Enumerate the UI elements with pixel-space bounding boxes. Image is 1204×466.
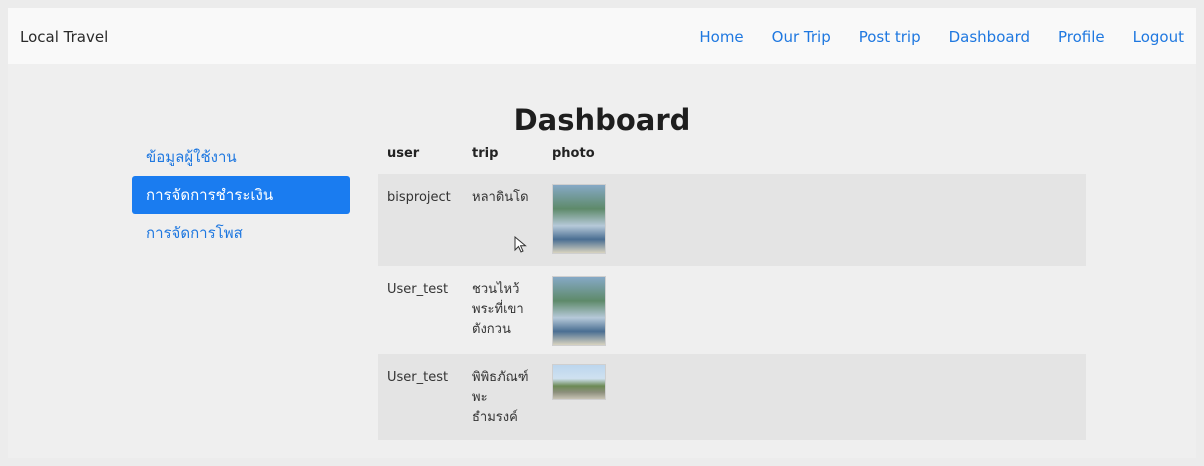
table-row: bisproject หลาดินโด: [378, 174, 1086, 266]
trip-name: พิพิธภัณฑ์ พะ ธำมรงค์: [472, 370, 529, 425]
nav-post-trip-link[interactable]: Post trip: [859, 28, 921, 46]
trip-photo-thumbnail[interactable]: [552, 364, 606, 400]
sidebar-menu: ข้อมูลผู้ใช้งาน การจัดการชำระเงิน การจัด…: [132, 138, 350, 252]
trip-name: หลาดินโด: [472, 190, 529, 205]
cell-photo: [542, 174, 1086, 264]
cell-trip: พิพิธภัณฑ์ พะ ธำมรงค์: [462, 354, 542, 428]
trip-photo-thumbnail[interactable]: [552, 276, 606, 346]
nav-home-link[interactable]: Home: [699, 28, 743, 46]
column-header-photo: photo: [552, 145, 595, 161]
sidebar-item-user-info[interactable]: ข้อมูลผู้ใช้งาน: [132, 138, 350, 176]
cell-photo: [542, 354, 1086, 410]
cell-trip: ชวนไหว้ พระที่เขา ตังกวน: [462, 266, 542, 340]
sidebar-item-payment-management[interactable]: การจัดการชำระเงิน: [132, 176, 350, 214]
payment-table: user trip photo bisproject หลาดินโด User…: [378, 132, 1086, 440]
nav-links: Home Our Trip Post trip Dashboard Profil…: [699, 28, 1184, 46]
nav-dashboard-link[interactable]: Dashboard: [949, 28, 1030, 46]
nav-our-trip-link[interactable]: Our Trip: [772, 28, 831, 46]
cell-photo: [542, 266, 1086, 356]
cell-user: bisproject: [387, 190, 451, 205]
trip-name: ชวนไหว้ พระที่เขา ตังกวน: [472, 282, 524, 337]
column-header-trip: trip: [472, 145, 499, 161]
mouse-cursor-icon: [514, 236, 527, 253]
brand-logo-text[interactable]: Local Travel: [20, 28, 108, 46]
cell-trip: หลาดินโด: [462, 174, 542, 208]
nav-logout-link[interactable]: Logout: [1133, 28, 1184, 46]
table-row: User_test ชวนไหว้ พระที่เขา ตังกวน: [378, 266, 1086, 354]
top-navbar: Local Travel Home Our Trip Post trip Das…: [8, 8, 1196, 64]
cell-user: User_test: [387, 370, 449, 385]
cell-user: User_test: [387, 282, 449, 297]
table-header-row: user trip photo: [378, 132, 1086, 174]
column-header-user: user: [387, 145, 420, 161]
nav-profile-link[interactable]: Profile: [1058, 28, 1105, 46]
trip-photo-thumbnail[interactable]: [552, 184, 606, 254]
table-row: User_test พิพิธภัณฑ์ พะ ธำมรงค์: [378, 354, 1086, 440]
sidebar-item-post-management[interactable]: การจัดการโพส: [132, 214, 350, 252]
